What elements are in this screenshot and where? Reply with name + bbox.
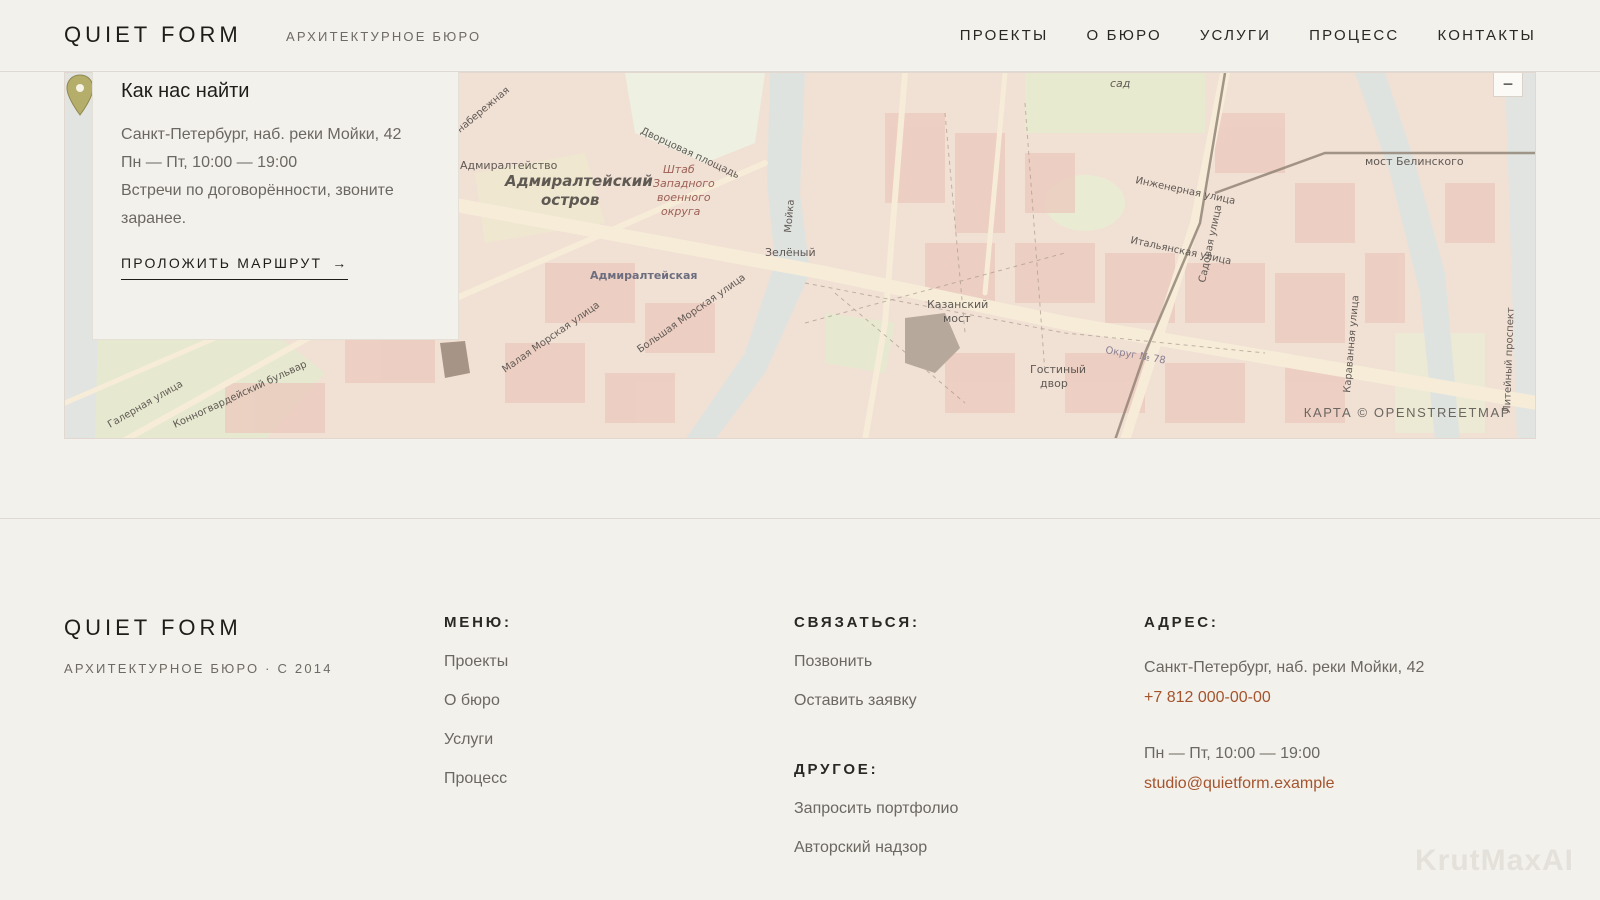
footer-address-line: Санкт-Петербург, наб. реки Мойки, 42 xyxy=(1144,659,1425,676)
footer-logo[interactable]: QUIET FORM xyxy=(64,615,242,641)
nav-projects[interactable]: ПРОЕКТЫ xyxy=(960,27,1049,44)
map-label-admiralty: Адмиралтейство xyxy=(460,159,558,172)
logo[interactable]: QUIET FORM xyxy=(64,22,242,48)
footer-other-title: ДРУГОЕ: xyxy=(794,761,879,778)
location-card-title: Как нас найти xyxy=(121,80,250,102)
map-label-kazansky2: мост xyxy=(943,312,971,325)
map-attribution[interactable]: КАРТА © OPENSTREETMAP xyxy=(1304,405,1511,420)
footer-menu-title: МЕНЮ: xyxy=(444,614,512,631)
footer-link-call[interactable]: Позвонить xyxy=(794,653,920,692)
nav-services[interactable]: УСЛУГИ xyxy=(1200,27,1271,44)
map-label-admiralteyskaya: Адмиралтейская xyxy=(590,269,697,282)
footer-menu: МЕНЮ: Проекты О бюро Услуги Процесс xyxy=(444,614,512,809)
watermark: KrutMaxAI xyxy=(1414,844,1574,877)
map-label-shtab: Штаб xyxy=(663,163,695,176)
footer-email-link[interactable]: studio@quietform.example xyxy=(1144,769,1424,799)
footer-subtitle: АРХИТЕКТУРНОЕ БЮРО · С 2014 xyxy=(64,661,333,676)
map-label-shtab4: округа xyxy=(661,205,701,218)
location-pin-icon[interactable] xyxy=(65,73,95,117)
map-label-island: Адмиралтейский xyxy=(504,172,653,190)
nav-process[interactable]: ПРОЦЕСС xyxy=(1309,27,1399,44)
footer-link-services[interactable]: Услуги xyxy=(444,731,512,770)
main-nav: ПРОЕКТЫ О БЮРО УСЛУГИ ПРОЦЕСС КОНТАКТЫ xyxy=(960,27,1536,44)
nav-contacts[interactable]: КОНТАКТЫ xyxy=(1437,27,1536,44)
site-header: QUIET FORM АРХИТЕКТУРНОЕ БЮРО ПРОЕКТЫ О … xyxy=(0,0,1600,72)
card-address: Санкт-Петербург, наб. реки Мойки, 42 xyxy=(121,126,402,143)
footer-address-title: АДРЕС: xyxy=(1144,614,1219,631)
map-label-island2: остров xyxy=(541,191,599,209)
footer-link-projects[interactable]: Проекты xyxy=(444,653,512,692)
footer-address: АДРЕС: Санкт-Петербург, наб. реки Мойки,… xyxy=(1144,614,1424,799)
route-label: ПРОЛОЖИТЬ МАРШРУТ xyxy=(121,255,323,271)
footer-divider xyxy=(0,518,1600,519)
map-label-sad: сад xyxy=(1110,77,1130,90)
map-label-gostiny2: двор xyxy=(1040,377,1068,390)
map-label-shtab2: Западного xyxy=(653,177,715,190)
tagline: АРХИТЕКТУРНОЕ БЮРО xyxy=(286,29,482,44)
map-label-zeleny: Зелёный xyxy=(765,246,816,259)
zoom-out-button[interactable]: − xyxy=(1493,73,1523,97)
footer-hours: Пн — Пт, 10:00 — 19:00 xyxy=(1144,745,1321,762)
location-card: Как нас найти Санкт-Петербург, наб. реки… xyxy=(92,72,459,340)
footer-contact-title: СВЯЗАТЬСЯ: xyxy=(794,614,920,631)
footer-link-process[interactable]: Процесс xyxy=(444,770,512,809)
location-card-text: Санкт-Петербург, наб. реки Мойки, 42 Пн … xyxy=(121,121,430,233)
build-route-link[interactable]: ПРОЛОЖИТЬ МАРШРУТ → xyxy=(121,255,349,280)
footer-phone-link[interactable]: +7 812 000-00-00 xyxy=(1144,683,1424,713)
map-label-kazansky: Казанский xyxy=(927,298,988,311)
map-label-gostiny: Гостиный xyxy=(1030,363,1086,376)
footer-contact: СВЯЗАТЬСЯ: Позвонить Оставить заявку xyxy=(794,614,920,731)
nav-about[interactable]: О БЮРО xyxy=(1086,27,1161,44)
map-label-shtab3: военного xyxy=(657,191,711,204)
map-label-belinsky: мост Белинского xyxy=(1365,155,1464,168)
card-hours: Пн — Пт, 10:00 — 19:00 xyxy=(121,154,298,171)
arrow-right-icon: → xyxy=(332,255,349,271)
footer-link-request[interactable]: Оставить заявку xyxy=(794,692,920,731)
footer-link-about[interactable]: О бюро xyxy=(444,692,512,731)
footer-link-portfolio[interactable]: Запросить портфолио xyxy=(794,800,958,839)
footer-link-supervision[interactable]: Авторский надзор xyxy=(794,839,958,878)
card-note: Встречи по договорённости, звоните заран… xyxy=(121,182,394,227)
footer-other: ДРУГОЕ: Запросить портфолио Авторский на… xyxy=(794,761,958,878)
